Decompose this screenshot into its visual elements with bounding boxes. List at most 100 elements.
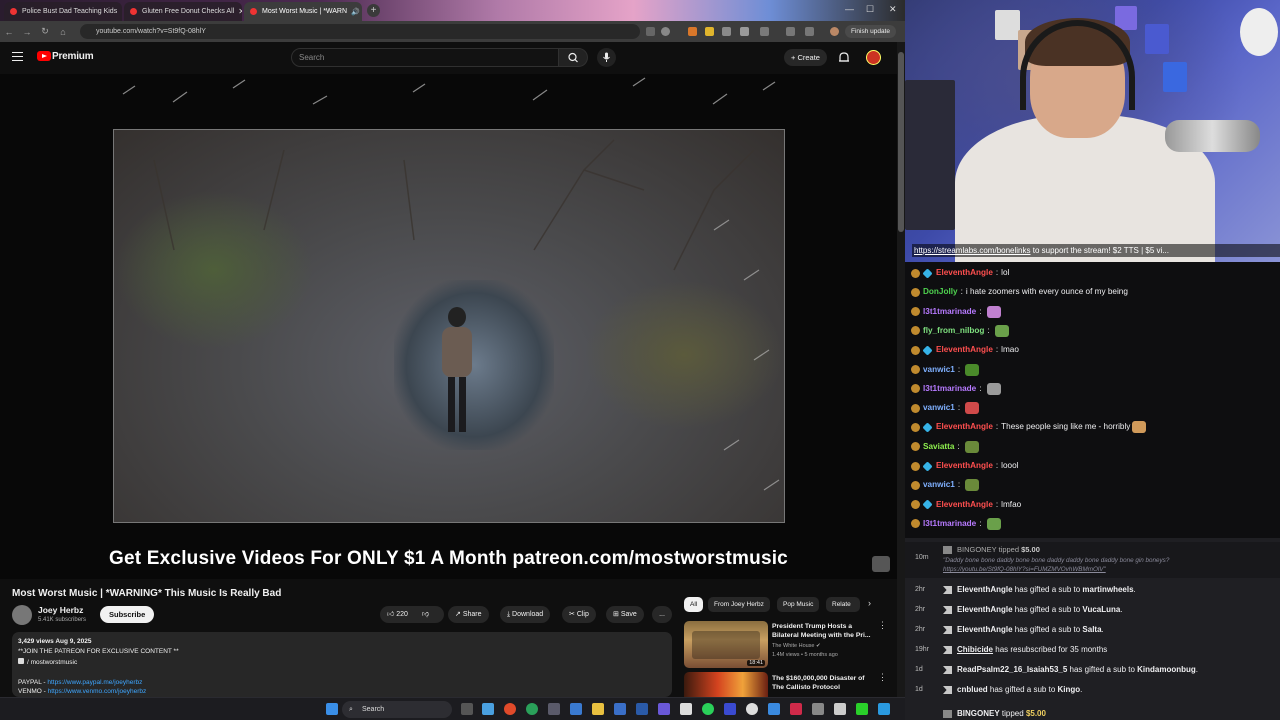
event-target[interactable]: martinwheels [1082,585,1133,594]
youtube-logo-icon[interactable] [37,51,51,61]
url-field[interactable]: youtube.com/watch?v=St9fQ-08hlY [80,24,640,39]
chat-username[interactable]: EleventhAngle [936,343,993,357]
extension-icon[interactable] [688,27,697,36]
app-icon[interactable] [768,703,780,715]
chip-related[interactable]: Relate [826,597,860,612]
event-user[interactable]: ReadPsalm22_16_Isaiah53_5 [957,665,1067,674]
sub-badge-icon[interactable] [911,500,920,510]
subscribe-button[interactable]: Subscribe [100,606,155,623]
sub-badge-icon[interactable] [911,287,920,297]
app-icon[interactable] [746,703,758,715]
minimize-icon[interactable]: — [845,4,854,14]
chat-emote-icon[interactable] [986,517,1001,530]
chat-emote-icon[interactable] [994,324,1009,337]
tab-gluten-free[interactable]: Gluten Free Donut Checks All ✕ [124,2,242,21]
chat-username[interactable]: l3t1tmarinade [923,382,976,396]
rec-thumbnail[interactable]: 18:41 [684,621,768,668]
chat-username[interactable]: l3t1tmarinade [923,517,976,531]
more-actions-button[interactable]: ... [652,606,672,623]
chat-username[interactable]: EleventhAngle [936,420,993,434]
spotify-icon[interactable] [702,703,714,715]
gift-badge-icon[interactable] [922,345,933,356]
sub-badge-icon[interactable] [911,461,920,471]
profile-avatar-icon[interactable] [830,27,839,36]
chat-username[interactable]: l3t1tmarinade [923,305,976,319]
extension-icon[interactable] [740,27,749,36]
bookmark-star-icon[interactable] [661,27,670,36]
sub-badge-icon[interactable] [911,268,920,278]
widgets-icon[interactable] [482,703,494,715]
steam-icon[interactable] [636,703,648,715]
cast-icon[interactable] [646,27,655,36]
scrollbar-thumb[interactable] [898,52,904,232]
video-player[interactable]: Get Exclusive Videos For ONLY $1 A Month… [0,74,897,579]
chip-all[interactable]: All [684,597,704,612]
maximize-icon[interactable]: ☐ [866,4,874,15]
close-window-icon[interactable]: ✕ [889,4,897,15]
page-scrollbar[interactable] [897,42,905,697]
tab-police-bust[interactable]: Police Bust Dad Teaching Kids ✕ [4,2,122,21]
chat-username[interactable]: fly_from_nilbog [923,324,984,338]
tab-most-worst-music[interactable]: Most Worst Music | *WARN 🔊 ✕ [244,2,362,21]
ticker-link[interactable]: https://streamlabs.com/bonelinks [914,246,1031,255]
forward-icon[interactable]: → [18,27,36,37]
event-user[interactable]: EleventhAngle [957,585,1013,594]
event-target[interactable]: Kindamoonbug [1137,665,1196,674]
sub-badge-icon[interactable] [911,326,920,336]
event-user[interactable]: Chibicide [957,645,993,654]
app-icon[interactable] [878,703,890,715]
back-icon[interactable]: ← [0,27,18,37]
video-frame[interactable] [113,129,785,523]
event-target[interactable]: VucaLuna [1082,605,1120,614]
app-icon[interactable] [570,703,582,715]
event-target[interactable]: Kingo [1058,685,1081,694]
download-button[interactable]: ⤓ Download [500,606,551,623]
app-icon[interactable] [614,703,626,715]
file-explorer-icon[interactable] [592,703,604,715]
more-vert-icon[interactable]: ⋮ [878,672,887,683]
extensions-puzzle-icon[interactable] [760,27,769,36]
app-icon[interactable] [790,703,802,715]
chip-from-joey-herbz[interactable]: From Joey Herbz [708,597,770,612]
youtube-premium-logo[interactable]: Premium [52,51,94,62]
chat-emote-icon[interactable] [965,363,980,376]
app-icon[interactable] [724,703,736,715]
channel-watermark-icon[interactable] [872,556,890,572]
save-button[interactable]: ⊞ Save [606,606,644,623]
chat-username[interactable]: vanwic1 [923,363,955,377]
close-tab-icon[interactable]: ✕ [360,7,362,16]
dislike-button[interactable]: 👎︎ [422,611,429,618]
search-button[interactable] [559,48,588,67]
app-icon[interactable] [834,703,846,715]
sub-badge-icon[interactable] [911,442,920,452]
share-button[interactable]: ↗ Share [448,606,489,623]
app-icon[interactable] [680,703,692,715]
rec-title[interactable]: The $160,000,000 Disaster of The Callist… [772,674,872,692]
account-avatar[interactable] [866,50,881,65]
discord-icon[interactable] [658,703,670,715]
chrome-profile-icon[interactable] [526,703,538,715]
sub-badge-icon[interactable] [911,345,920,355]
clip-button[interactable]: ✂ Clip [562,606,596,623]
chip-pop-music[interactable]: Pop Music [777,597,820,612]
more-vert-icon[interactable]: ⋮ [878,620,887,631]
chat-username[interactable]: vanwic1 [923,478,955,492]
venmo-link[interactable]: https://www.venmo.com/joeyherbz [48,688,147,695]
event-user[interactable]: EleventhAngle [957,625,1013,634]
event-target[interactable]: Salta [1082,625,1101,634]
create-button[interactable]: + Create [784,49,827,66]
gift-badge-icon[interactable] [922,422,933,433]
gift-badge-icon[interactable] [922,460,933,472]
chat-emote-icon[interactable] [965,479,980,492]
channel-name[interactable]: Joey Herbz [38,605,83,615]
chat-username[interactable]: EleventhAngle [936,498,993,512]
app-icon[interactable] [548,703,560,715]
sub-badge-icon[interactable] [911,519,920,529]
app-icon[interactable] [856,703,868,715]
download-icon[interactable] [805,27,814,36]
chat-emote-icon[interactable] [965,402,980,415]
paypal-link[interactable]: https://www.paypal.me/joeyherbz [47,679,142,686]
sub-badge-icon[interactable] [911,307,920,317]
like-button[interactable]: 👍︎ 220 [387,611,408,618]
task-view-icon[interactable] [461,703,473,715]
